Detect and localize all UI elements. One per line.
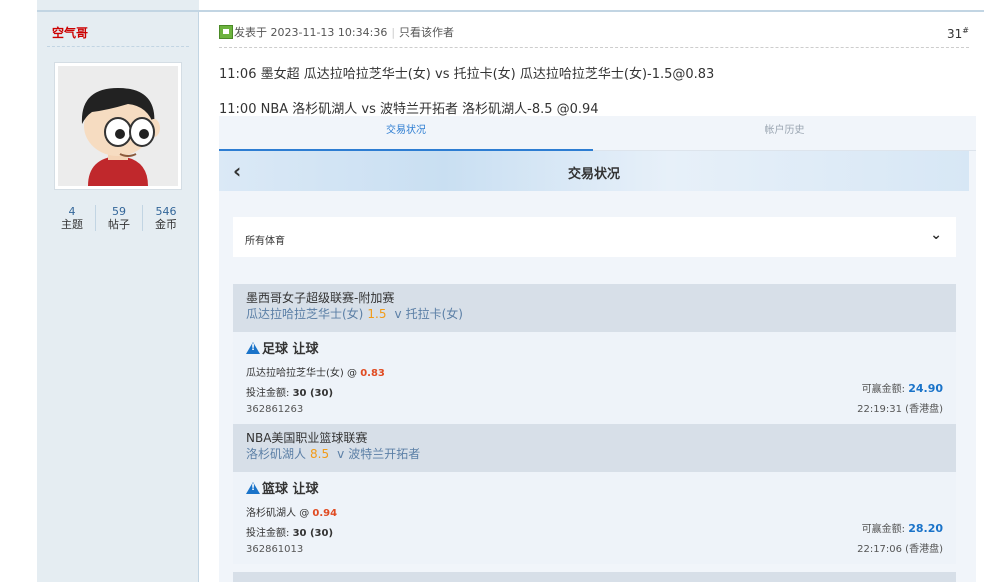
bet-card-header: 墨西哥女子超级联赛-附加赛 瓜达拉哈拉芝华士(女) 1.5 v 托拉卡(女) — [233, 284, 956, 332]
odds-value: 0.94 — [312, 508, 338, 519]
divider — [47, 46, 189, 47]
floor-value: 31 — [947, 27, 963, 41]
win-label: 可赢金额: — [861, 524, 906, 535]
bet-card-body: 足球 让球 瓜达拉哈拉芝华士(女) @ 0.83 投注金额: 30 (30) 3… — [233, 332, 956, 424]
selection-team: 洛杉矶湖人 — [246, 508, 296, 519]
author-sidebar: 空气哥 4 主题 59 帖子 546 金币 — [37, 12, 199, 582]
post-text-line-2: 11:00 NBA 洛杉矶湖人 vs 波特兰开拓者 洛杉矶湖人-8.5 @0.9… — [219, 102, 599, 117]
next-card-edge — [233, 572, 956, 582]
stat-coins[interactable]: 546 金币 — [143, 205, 189, 231]
match-line: 洛杉矶湖人 8.5 v 波特兰开拓者 — [246, 446, 943, 463]
post-timestamp: 发表于 2023-11-13 10:34:36 — [234, 26, 388, 39]
floor-mark: # — [962, 26, 969, 35]
potential-win: 可赢金额: 28.20 — [862, 520, 943, 535]
bet-type-label: 篮球 让球 — [262, 482, 319, 497]
handicap-value: 8.5 — [310, 447, 330, 461]
chevron-down-icon: ⌄ — [930, 227, 942, 243]
separator: | — [391, 26, 396, 39]
embedded-screenshot: 交易状况 帐户历史 ‹ 交易状况 所有体育 ⌄ 墨西哥女子超级联赛-附加赛 瓜达… — [219, 116, 976, 582]
away-team: 托拉卡(女) — [405, 307, 463, 321]
warning-icon — [246, 342, 260, 354]
vs-label: v — [337, 447, 345, 461]
stake: 投注金额: 30 (30) — [246, 384, 943, 399]
win-value: 24.90 — [908, 382, 943, 395]
bet-card: NBA美国职业篮球联赛 洛杉矶湖人8.5v波特兰开拓者 篮球 让球 洛杉矶湖人 … — [233, 424, 956, 564]
post-header: 发表于 2023-11-13 10:34:36 | 只看该作者 31# — [219, 24, 969, 48]
bet-time: 22:19:31 (香港盘) — [857, 404, 943, 415]
tab-bar: 交易状况 帐户历史 — [219, 116, 976, 151]
top-strip — [0, 0, 984, 12]
bet-card-body: 篮球 让球 洛杉矶湖人 @ 0.94 投注金额: 30 (30) 3628610… — [233, 472, 956, 564]
at-sign: @ — [347, 368, 357, 379]
author-name[interactable]: 空气哥 — [52, 24, 88, 41]
match-line: 瓜达拉哈拉芝华士(女) 1.5 v 托拉卡(女) — [246, 306, 943, 323]
stat-value: 546 — [155, 205, 177, 218]
home-team: 瓜达拉哈拉芝华士(女) — [246, 307, 364, 321]
stat-value: 59 — [112, 205, 126, 218]
stat-value: 4 — [68, 205, 76, 218]
avatar-cartoon-icon — [58, 66, 178, 186]
bet-type: 足球 让球 — [246, 338, 943, 357]
vs-label: v — [394, 307, 402, 321]
stat-label: 金币 — [155, 218, 177, 231]
league-name: 墨西哥女子超级联赛-附加赛 — [246, 291, 395, 305]
stat-topics[interactable]: 4 主题 — [49, 205, 96, 231]
win-value: 28.20 — [908, 522, 943, 535]
stat-posts[interactable]: 59 帖子 — [96, 205, 143, 231]
league-name: NBA美国职业篮球联赛 — [246, 431, 368, 445]
author-only-link[interactable]: 只看该作者 — [399, 26, 454, 39]
author-stats: 4 主题 59 帖子 546 金币 — [49, 205, 189, 231]
filter-label: 所有体育 — [245, 236, 285, 247]
tab-trade-status[interactable]: 交易状况 — [219, 116, 593, 151]
bet-time: 22:17:06 (香港盘) — [857, 544, 943, 555]
stat-label: 帖子 — [108, 218, 130, 231]
odds-value: 0.83 — [360, 368, 385, 379]
stake-label: 投注金额: — [246, 528, 290, 539]
title-bar: ‹ 交易状况 — [219, 151, 969, 191]
stake: 投注金额: 30 (30) — [246, 524, 943, 539]
stake-value: 30 (30) — [292, 388, 334, 399]
avatar-image — [58, 66, 178, 186]
bet-type-label: 足球 让球 — [262, 342, 319, 357]
page-title: 交易状况 — [567, 167, 620, 182]
bet-card-header: NBA美国职业篮球联赛 洛杉矶湖人 8.5 v 波特兰开拓者 — [233, 424, 956, 472]
win-label: 可赢金额: — [861, 384, 906, 395]
floor-number[interactable]: 31# — [947, 26, 969, 41]
stake-label: 投注金额: — [246, 388, 290, 399]
bet-card: 墨西哥女子超级联赛-附加赛 瓜达拉哈拉芝华士(女)1.5v托拉卡(女) 足球 让… — [233, 284, 956, 424]
post-text-line-1: 11:06 墨女超 瓜达拉哈拉芝华士(女) vs 托拉卡(女) 瓜达拉哈拉芝华士… — [219, 67, 715, 82]
tab-account-history[interactable]: 帐户历史 — [593, 116, 976, 151]
sport-filter-dropdown[interactable]: 所有体育 ⌄ — [233, 217, 956, 257]
stat-label: 主题 — [61, 218, 83, 231]
handicap-value: 1.5 — [367, 307, 387, 321]
avatar[interactable] — [54, 62, 182, 190]
bet-reference: 362861013 — [246, 544, 304, 555]
bet-type: 篮球 让球 — [246, 478, 943, 497]
online-status-icon — [219, 25, 233, 39]
warning-icon — [246, 482, 260, 494]
selection-team: 瓜达拉哈拉芝华士(女) — [246, 368, 344, 379]
potential-win: 可赢金额: 24.90 — [862, 380, 943, 395]
home-team: 洛杉矶湖人 — [246, 447, 307, 461]
bet-reference: 362861263 — [246, 404, 304, 415]
away-team: 波特兰开拓者 — [348, 447, 421, 461]
selection: 洛杉矶湖人 @ 0.94 — [246, 504, 943, 519]
selection: 瓜达拉哈拉芝华士(女) @ 0.83 — [246, 364, 943, 379]
at-sign: @ — [299, 508, 310, 519]
stake-value: 30 (30) — [292, 528, 334, 539]
